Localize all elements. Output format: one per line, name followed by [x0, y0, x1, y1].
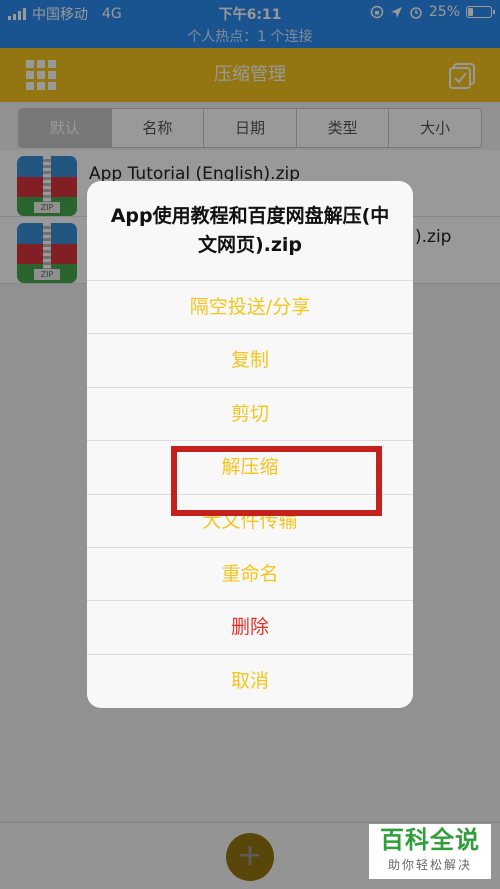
airdrop-share-button[interactable]: 隔空投送/分享 [87, 281, 413, 335]
delete-button[interactable]: 删除 [87, 601, 413, 655]
highlight-box [171, 446, 382, 516]
copy-button[interactable]: 复制 [87, 334, 413, 388]
watermark-main: 百科全说 [380, 826, 480, 854]
action-dialog: App使用教程和百度网盘解压(中文网页).zip 隔空投送/分享 复制 剪切 解… [87, 181, 413, 708]
add-button-dim [226, 833, 274, 881]
cut-button[interactable]: 剪切 [87, 388, 413, 442]
watermark-logo: 百科全说 助你轻松解决 [369, 824, 491, 879]
dialog-title: App使用教程和百度网盘解压(中文网页).zip [87, 181, 413, 281]
cancel-button[interactable]: 取消 [87, 655, 413, 708]
rename-button[interactable]: 重命名 [87, 548, 413, 602]
watermark-sub: 助你轻松解决 [387, 858, 472, 872]
